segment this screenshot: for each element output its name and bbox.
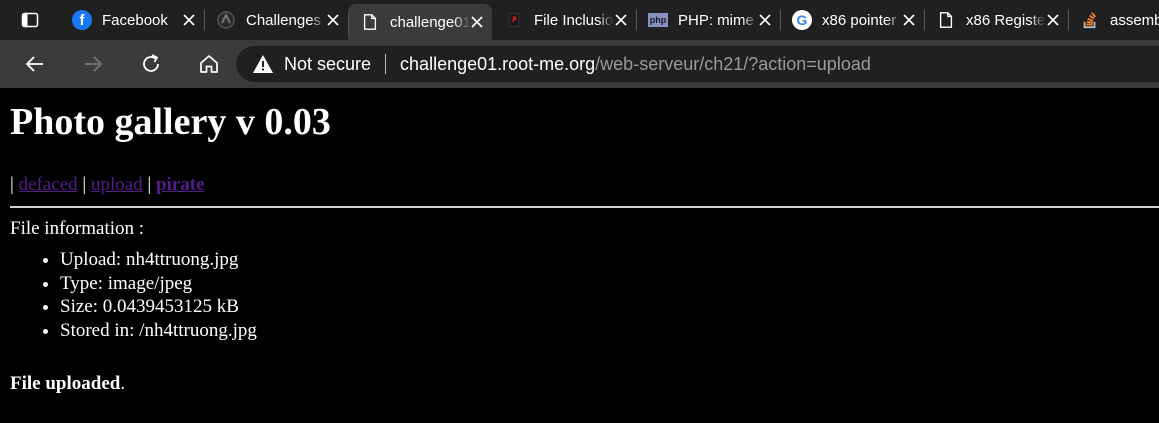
- google-icon: G: [792, 10, 812, 30]
- page-icon: [360, 12, 380, 32]
- file-inclusion-icon: [504, 10, 524, 30]
- warning-icon[interactable]: [252, 54, 274, 74]
- root-me-icon: [216, 10, 236, 30]
- page-content: Photo gallery v 0.03 | defaced | upload …: [0, 88, 1159, 423]
- close-icon[interactable]: [758, 13, 772, 27]
- horizontal-rule: [10, 206, 1159, 208]
- close-icon[interactable]: [326, 13, 340, 27]
- file-info-heading: File information :: [10, 218, 145, 239]
- sidebar-layout-icon: [21, 12, 39, 28]
- facebook-icon: f: [72, 10, 92, 30]
- tab-challenge01[interactable]: challenge01: [348, 4, 492, 40]
- list-item: Type: image/jpeg: [60, 272, 257, 296]
- tab-x86-registers[interactable]: x86 Registers: [924, 0, 1068, 40]
- tab-title: challenge01: [390, 13, 470, 31]
- tab-title: File Inclusion: [534, 11, 614, 29]
- close-icon[interactable]: [470, 15, 484, 29]
- url-host: challenge01.root-me.org: [400, 53, 596, 74]
- php-icon: php: [648, 13, 668, 27]
- tab-php-mime[interactable]: php PHP: mime: [636, 0, 780, 40]
- list-item: Size: 0.0439453125 kB: [60, 295, 257, 319]
- tab-facebook[interactable]: f Facebook: [60, 0, 204, 40]
- file-details-list: Upload: nh4ttruong.jpg Type: image/jpeg …: [10, 248, 257, 342]
- close-icon[interactable]: [614, 13, 628, 27]
- tab-title: Facebook: [102, 11, 168, 29]
- refresh-button[interactable]: [124, 44, 178, 84]
- list-item: Upload: nh4ttruong.jpg: [60, 248, 257, 272]
- tab-challenges[interactable]: Challenges: [204, 0, 348, 40]
- home-icon: [200, 55, 218, 73]
- tab-x86-pointer[interactable]: G x86 pointer: [780, 0, 924, 40]
- close-icon[interactable]: [182, 13, 196, 27]
- forward-button[interactable]: [66, 44, 120, 84]
- tab-title: Challenges: [246, 11, 322, 29]
- page-icon: [936, 10, 956, 30]
- tab-title: x86 Registers: [966, 11, 1046, 29]
- security-status-label[interactable]: Not secure: [284, 54, 371, 75]
- tab-assembly[interactable]: assembly: [1068, 0, 1159, 40]
- tab-title: assembly: [1110, 11, 1159, 29]
- tab-strip: f Facebook Challenges challenge01 File I…: [0, 0, 1159, 40]
- browser-toolbar: Not secure challenge01.root-me.org/web-s…: [0, 40, 1159, 88]
- upload-status-text: File uploaded: [10, 373, 121, 394]
- tab-file-inclusion[interactable]: File Inclusion: [492, 0, 636, 40]
- close-icon[interactable]: [1046, 13, 1060, 27]
- home-button[interactable]: [182, 44, 236, 84]
- page-title: Photo gallery v 0.03: [10, 101, 331, 143]
- address-bar[interactable]: Not secure challenge01.root-me.org/web-s…: [236, 46, 1159, 82]
- back-button[interactable]: [8, 44, 62, 84]
- address-divider: [385, 54, 387, 74]
- upload-result-message: File uploaded.: [10, 373, 126, 394]
- arrow-right-icon: [85, 56, 103, 72]
- arrow-left-icon: [25, 56, 43, 72]
- tab-title: PHP: mime: [678, 11, 754, 29]
- tab-title: x86 pointer: [822, 11, 897, 29]
- gallery-nav: | defaced | upload | pirate: [10, 174, 205, 195]
- url-path: /web-serveur/ch21/?action=upload: [595, 53, 871, 74]
- nav-link-defaced[interactable]: defaced: [19, 174, 78, 195]
- list-item: Stored in: /nh4ttruong.jpg: [60, 319, 257, 343]
- refresh-icon: [143, 54, 159, 72]
- nav-link-pirate[interactable]: pirate: [156, 174, 205, 195]
- tab-actions-button[interactable]: [0, 0, 60, 40]
- stackoverflow-icon: [1080, 10, 1100, 30]
- close-icon[interactable]: [902, 13, 916, 27]
- nav-link-upload[interactable]: upload: [91, 174, 143, 195]
